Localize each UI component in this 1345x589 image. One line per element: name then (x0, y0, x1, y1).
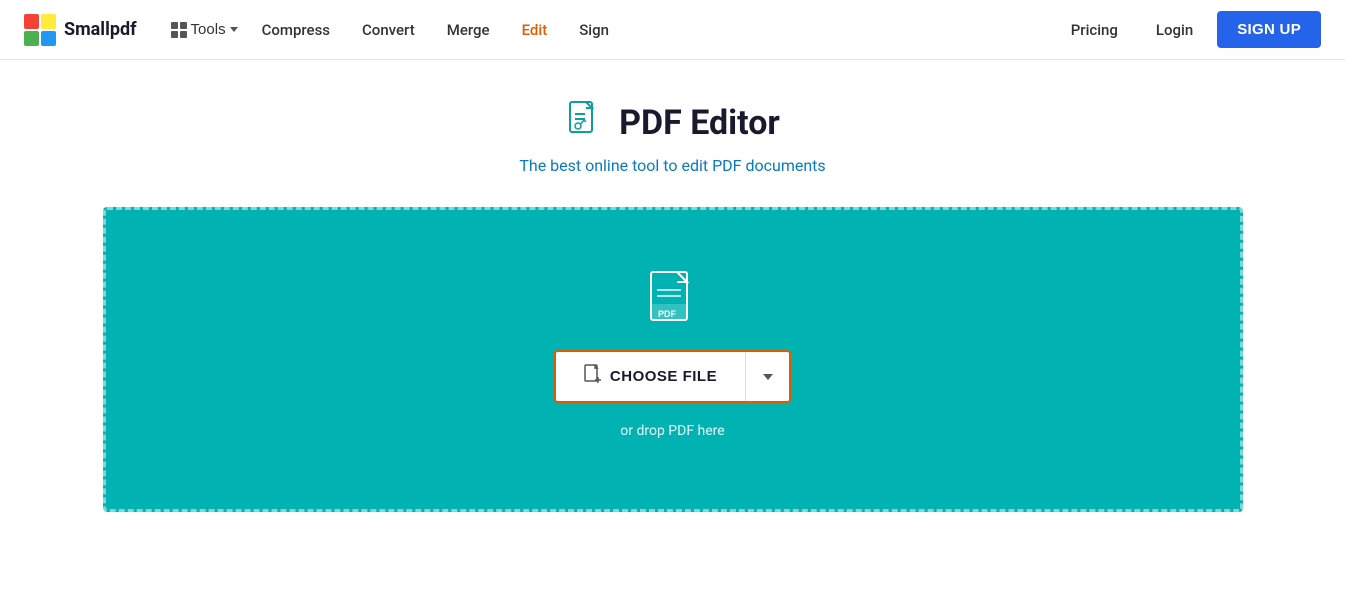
drop-hint: or drop PDF here (620, 423, 724, 439)
pricing-link[interactable]: Pricing (1057, 15, 1132, 45)
signup-button[interactable]: SIGN UP (1217, 11, 1321, 48)
choose-file-button[interactable]: CHOOSE FILE (556, 352, 745, 401)
tools-dropdown-button[interactable]: Tools (161, 15, 248, 44)
pdf-editor-icon (565, 100, 605, 146)
tools-label: Tools (191, 21, 226, 38)
nav-link-compress[interactable]: Compress (248, 15, 344, 45)
tools-grid-icon (171, 22, 187, 38)
logo-text: Smallpdf (64, 19, 137, 40)
svg-text:PDF: PDF (658, 309, 677, 319)
choose-file-label: CHOOSE FILE (610, 368, 717, 385)
subtitle: The best online tool to edit PDF documen… (519, 156, 825, 175)
nav-links: Compress Convert Merge Edit Sign (248, 15, 623, 45)
logo-icon (24, 14, 56, 46)
choose-file-dropdown-button[interactable] (745, 352, 789, 401)
nav-link-merge[interactable]: Merge (433, 15, 504, 45)
page-title: PDF Editor (619, 103, 780, 143)
login-link[interactable]: Login (1140, 15, 1209, 45)
nav-link-sign[interactable]: Sign (565, 15, 623, 45)
dropdown-chevron-icon (763, 374, 773, 380)
nav-link-edit[interactable]: Edit (508, 15, 562, 45)
logo-link[interactable]: Smallpdf (24, 14, 137, 46)
dropzone[interactable]: PDF CHOOSE FILE (103, 207, 1243, 512)
nav-right: Pricing Login SIGN UP (1057, 11, 1321, 48)
file-upload-icon (584, 364, 602, 389)
title-area: PDF Editor (565, 100, 780, 146)
pdf-file-icon: PDF (648, 270, 698, 330)
main-content: PDF Editor The best online tool to edit … (0, 60, 1345, 512)
nav-link-convert[interactable]: Convert (348, 15, 429, 45)
chevron-down-icon (230, 27, 238, 32)
choose-file-wrapper[interactable]: CHOOSE FILE (554, 350, 791, 403)
navbar: Smallpdf Tools Compress Convert Merge Ed… (0, 0, 1345, 60)
